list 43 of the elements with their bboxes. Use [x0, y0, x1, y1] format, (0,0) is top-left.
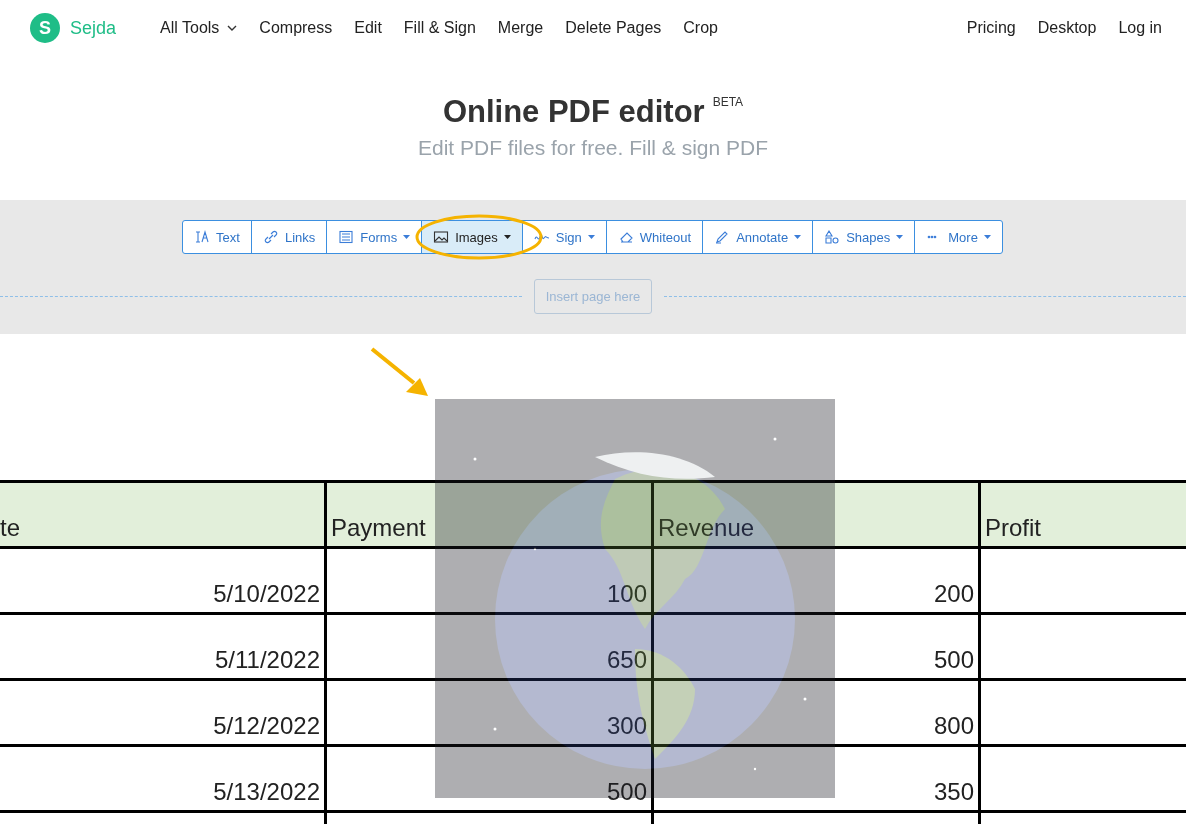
table-cell: 500 [933, 646, 974, 673]
beta-label: BETA [712, 95, 744, 109]
table-cell: 800 [933, 712, 974, 739]
toolbar-button[interactable]: Sign [521, 220, 607, 254]
column-header: Payment [331, 514, 426, 541]
toolbar-button[interactable]: More [914, 220, 1003, 254]
column-header: Profit [985, 514, 1041, 541]
table-cell: 5/10/2022 [213, 580, 320, 607]
link-icon [262, 230, 279, 244]
nav-link[interactable]: Delete Pages [565, 19, 662, 37]
image-icon [433, 230, 450, 244]
toolbar-button[interactable]: Shapes [812, 220, 916, 254]
toolbar-button[interactable]: Text [182, 220, 252, 254]
table-cell: 350 [933, 778, 974, 805]
column-header: Revenue [658, 514, 755, 541]
nav-link[interactable]: All Tools [160, 19, 238, 37]
table-cell: 500 [606, 778, 647, 805]
nav-link[interactable]: Compress [259, 19, 333, 37]
toolbar-button[interactable]: Images [421, 220, 523, 254]
nav-link[interactable]: Merge [497, 19, 544, 37]
table-cell: 200 [933, 580, 974, 607]
table-cell: 5/13/2022 [213, 778, 320, 805]
form-icon [338, 230, 355, 244]
toolbar-button[interactable]: Annotate [702, 220, 814, 254]
table-cell: 5/12/2022 [213, 712, 320, 739]
page-subtitle: Edit PDF files for free. Fill & sign PDF [416, 136, 770, 160]
table-cell: 300 [606, 712, 647, 739]
nav-link[interactable]: Pricing [966, 19, 1016, 37]
column-header: te [0, 514, 20, 541]
toolbar-button[interactable]: Links [250, 220, 328, 254]
page-title: Online PDF editor [442, 94, 705, 129]
toolbar-button[interactable]: Forms [326, 220, 423, 254]
nav-link[interactable]: Crop [683, 19, 718, 37]
table-cell: 650 [606, 646, 647, 673]
nav-link[interactable]: Log in [1118, 19, 1162, 37]
table-cell: 100 [606, 580, 647, 607]
nav-link[interactable]: Fill & Sign [403, 19, 476, 37]
text-icon [194, 230, 211, 244]
table-cell: 5/11/2022 [215, 646, 320, 673]
toolbar-button[interactable]: Whiteout [605, 220, 704, 254]
nav-link[interactable]: Desktop [1037, 19, 1097, 37]
nav-link[interactable]: Edit [354, 19, 382, 37]
shapes-icon [824, 230, 841, 244]
